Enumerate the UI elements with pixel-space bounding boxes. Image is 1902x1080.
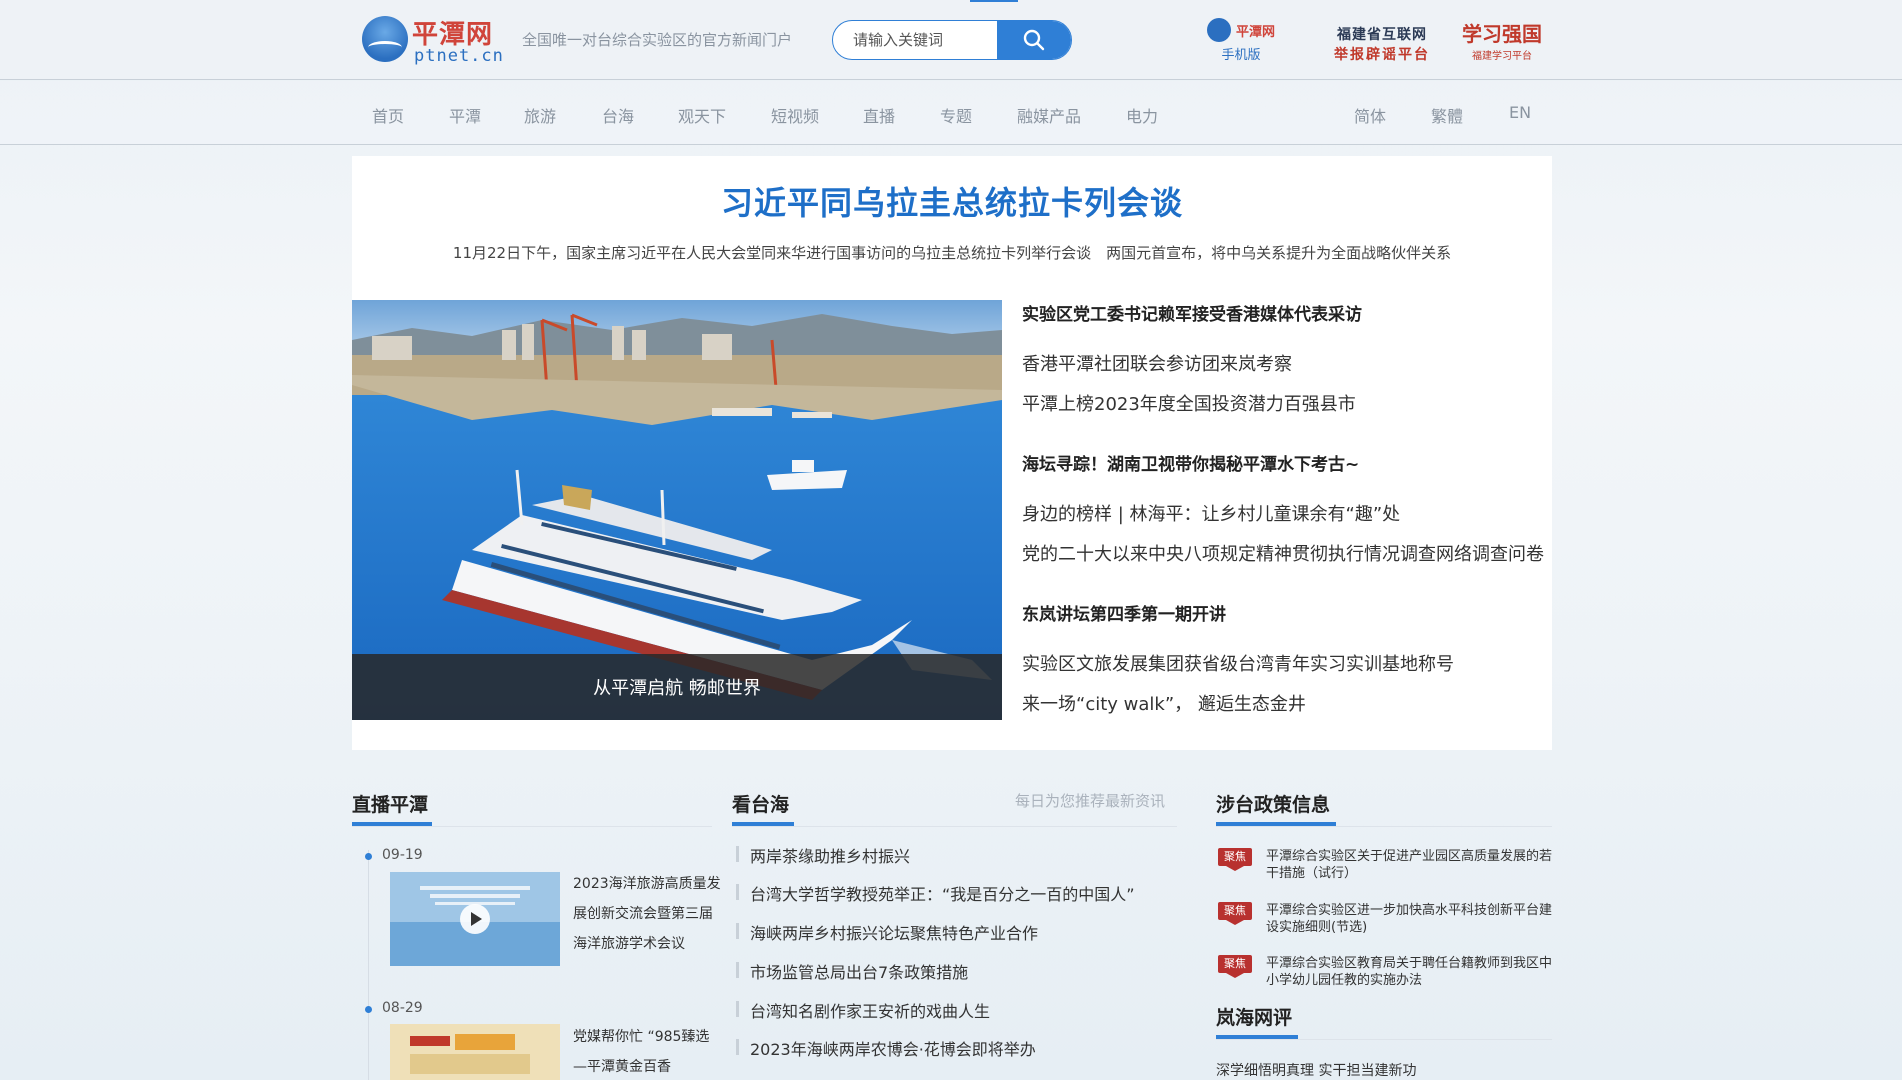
list-bullet <box>736 1001 739 1017</box>
list-bullet <box>736 962 739 978</box>
news-item[interactable]: 东岚讲坛第四季第一期开讲 <box>1022 600 1226 625</box>
timeline-dot <box>365 853 372 860</box>
focus-badge: 聚焦 <box>1218 902 1252 925</box>
taiwan-news-item[interactable]: 台湾知名剧作家王安祈的戏曲人生 <box>750 998 990 1022</box>
policy-item-title[interactable]: 平潭综合实验区进一步加快高水平科技创新平台建设实施细则(节选) <box>1266 902 1556 936</box>
play-icon[interactable] <box>460 904 490 934</box>
policy-item-title[interactable]: 平潭综合实验区教育局关于聘任台籍教师到我区中小学幼儿园任教的实施办法 <box>1266 955 1556 989</box>
news-item[interactable]: 实验区党工委书记赖军接受香港媒体代表采访 <box>1022 300 1362 325</box>
live-timeline <box>368 850 369 1080</box>
site-logo[interactable]: 平潭网 ptnet.cn <box>362 14 512 66</box>
nav-item-topics[interactable]: 专题 <box>940 103 972 127</box>
list-bullet <box>736 923 739 939</box>
policy-item-title[interactable]: 平潭综合实验区关于促进产业园区高质量发展的若干措施（试行） <box>1266 848 1556 882</box>
mobile-logo-title: 平潭网 <box>1236 24 1276 40</box>
live-item-date: 09-19 <box>382 847 423 863</box>
news-item[interactable]: 来一场“city walk”， 邂逅生态金井 <box>1022 690 1306 716</box>
live-section-divider <box>352 826 712 827</box>
news-item[interactable]: 党的二十大以来中央八项规定精神贯彻执行情况调查网络调查问卷 <box>1022 540 1544 566</box>
live-thumbnail-image <box>390 1024 560 1080</box>
taiwan-news-item[interactable]: 市场监管总局出台7条政策措施 <box>750 959 968 983</box>
taiwan-section-hint: 每日为您推荐最新资讯 <box>1015 792 1166 810</box>
lang-simplified[interactable]: 简体 <box>1354 103 1386 127</box>
nav-item-home[interactable]: 首页 <box>372 103 404 127</box>
comment-item[interactable]: 深学细悟明真理 实干担当建新功 <box>1216 1060 1416 1080</box>
live-item-title[interactable]: 党媒帮你忙 “985臻选—平潭黄金百香 <box>573 1022 723 1080</box>
search-icon <box>1023 29 1045 51</box>
xuexi-logo-text: 学习强国 <box>1462 22 1542 46</box>
photo-caption[interactable]: 从平潭启航 畅邮世界 <box>352 654 1002 720</box>
nav-item-taiwan[interactable]: 台海 <box>602 103 634 127</box>
search-box <box>832 20 1072 60</box>
policy-section-title[interactable]: 涉台政策信息 <box>1216 790 1330 817</box>
comment-section-divider <box>1216 1039 1552 1040</box>
report-platform-line1: 福建省互联网 <box>1337 27 1427 43</box>
news-item[interactable]: 身边的榜样 | 林海平：让乡村儿童课余有“趣”处 <box>1022 500 1400 526</box>
timeline-dot <box>365 1006 372 1013</box>
header-accent-line <box>970 0 1018 2</box>
live-video-thumbnail[interactable] <box>390 1024 560 1080</box>
focus-badge: 聚焦 <box>1218 848 1252 871</box>
top-story-summary[interactable]: 11月22日下午，国家主席习近平在人民大会堂同来华进行国事访问的乌拉圭总统拉卡列… <box>352 242 1552 263</box>
featured-photo[interactable]: 从平潭启航 畅邮世界 <box>352 300 1002 720</box>
report-platform-link[interactable]: 福建省互联网 举报辟谣平台 <box>1322 24 1442 64</box>
nav-item-power[interactable]: 电力 <box>1126 103 1158 127</box>
live-section-title[interactable]: 直播平潭 <box>352 790 428 817</box>
nav-item-short-video[interactable]: 短视频 <box>771 103 819 127</box>
taiwan-section-title[interactable]: 看台海 <box>732 790 789 817</box>
comment-section-title[interactable]: 岚海网评 <box>1216 1003 1292 1030</box>
xuexi-platform-link[interactable]: 学习强国 福建学习平台 <box>1462 18 1542 66</box>
taiwan-news-item[interactable]: 两岸茶缘助推乡村振兴 <box>750 843 910 867</box>
live-video-thumbnail[interactable] <box>390 872 560 966</box>
top-story-card: 习近平同乌拉圭总统拉卡列会谈 11月22日下午，国家主席习近平在人民大会堂同来华… <box>352 156 1552 750</box>
taiwan-news-item[interactable]: 2023年海峡两岸农博会·花博会即将举办 <box>750 1036 1036 1060</box>
lang-english[interactable]: EN <box>1509 103 1531 122</box>
news-item[interactable]: 海坛寻踪！湖南卫视带你揭秘平潭水下考古~ <box>1022 450 1359 475</box>
live-item-title[interactable]: 2023海洋旅游高质量发展创新交流会暨第三届海洋旅游学术会议 <box>573 869 723 959</box>
site-header: 平潭网 ptnet.cn 全国唯一对台综合实验区的官方新闻门户 平潭网 手机版 … <box>0 0 1902 80</box>
search-input[interactable] <box>833 21 998 59</box>
focus-badge: 聚焦 <box>1218 955 1252 978</box>
list-bullet <box>736 846 739 862</box>
taiwan-news-item[interactable]: 台湾大学哲学教授苑举正：“我是百分之一百的中国人” <box>750 881 1135 905</box>
news-item[interactable]: 平潭上榜2023年度全国投资潜力百强县市 <box>1022 390 1356 416</box>
logo-mark-icon <box>362 16 408 62</box>
list-bullet <box>736 884 739 900</box>
nav-item-world[interactable]: 观天下 <box>678 103 726 127</box>
search-button[interactable] <box>997 21 1071 59</box>
news-item[interactable]: 香港平潭社团联会参访团来岚考察 <box>1022 350 1292 376</box>
site-slogan: 全国唯一对台综合实验区的官方新闻门户 <box>522 31 793 49</box>
lang-traditional[interactable]: 繁體 <box>1431 103 1463 127</box>
xuexi-sub-text: 福建学习平台 <box>1472 51 1532 62</box>
live-item-date: 08-29 <box>382 1000 423 1016</box>
taiwan-news-item[interactable]: 海峡两岸乡村振兴论坛聚焦特色产业合作 <box>750 920 1038 944</box>
mobile-version-link[interactable]: 平潭网 手机版 <box>1200 18 1282 66</box>
top-story-headline[interactable]: 习近平同乌拉圭总统拉卡列会谈 <box>352 178 1552 224</box>
news-item[interactable]: 实验区文旅发展集团获省级台湾青年实习实训基地称号 <box>1022 650 1454 676</box>
nav-item-travel[interactable]: 旅游 <box>524 103 556 127</box>
nav-item-media-products[interactable]: 融媒产品 <box>1017 103 1081 127</box>
logo-domain: ptnet.cn <box>414 46 504 66</box>
mobile-version-label: 手机版 <box>1221 48 1261 63</box>
report-platform-line2: 举报辟谣平台 <box>1334 47 1430 63</box>
main-nav: 首页 平潭 旅游 台海 观天下 短视频 直播 专题 融媒产品 电力 简体 繁體 … <box>0 81 1902 145</box>
taiwan-section-divider <box>732 826 1177 827</box>
mobile-logo-icon <box>1206 18 1231 42</box>
nav-item-live[interactable]: 直播 <box>863 103 895 127</box>
list-bullet <box>736 1039 739 1055</box>
nav-item-pingtan[interactable]: 平潭 <box>449 103 481 127</box>
policy-section-divider <box>1216 826 1552 827</box>
